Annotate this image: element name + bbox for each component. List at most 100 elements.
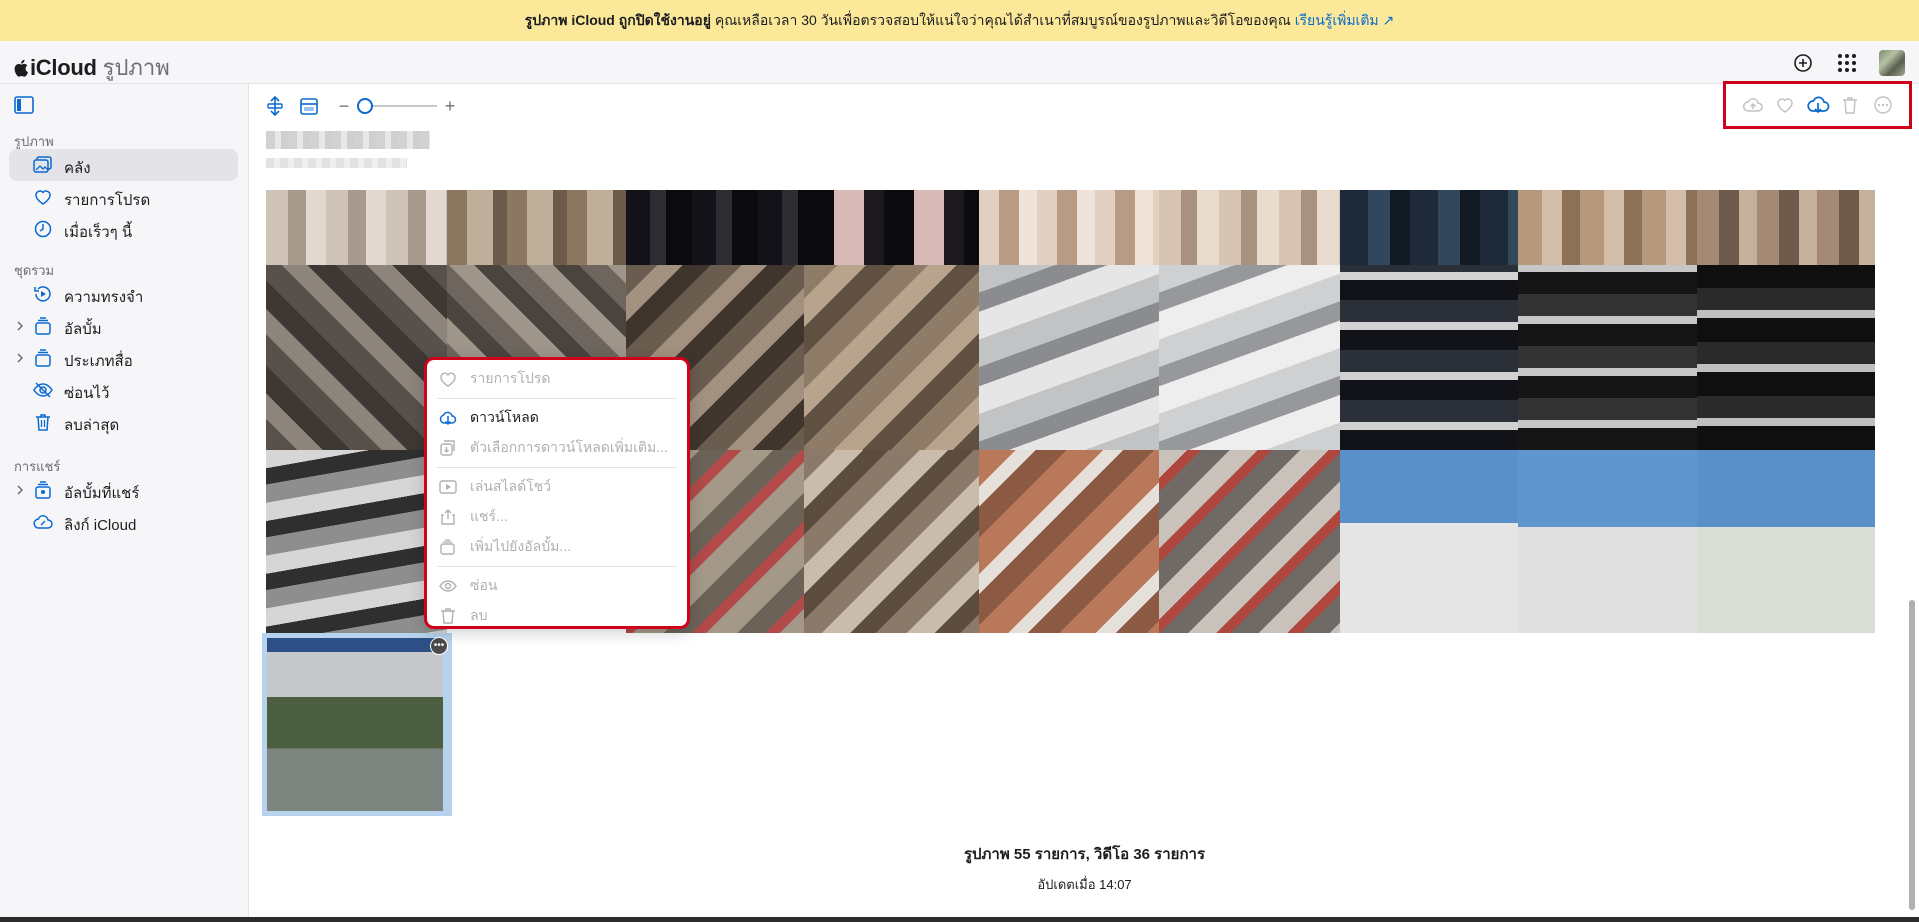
sidebar-item-shared-albums[interactable]: อัลบั้มที่แชร์ [9, 474, 238, 506]
media-types-icon [35, 349, 51, 367]
photo-tile[interactable] [266, 265, 447, 450]
disabled-banner: รูปภาพ iCloud ถูกปิดใช้งานอยู่ คุณเหลือเ… [0, 0, 1919, 41]
menu-item-favorite[interactable]: รายการโปรด [427, 364, 687, 394]
photo-tile[interactable] [1159, 450, 1340, 633]
photo-tile[interactable] [1340, 265, 1518, 450]
photo-tile[interactable] [1518, 190, 1697, 265]
sidebar-item-label: ประเภทสื่อ [64, 353, 133, 370]
more-options-icon[interactable]: ••• [430, 637, 448, 655]
photo-tile[interactable] [804, 190, 979, 265]
sidebar-item-label: อัลบั้มที่แชร์ [64, 485, 140, 502]
banner-title: รูปภาพ iCloud ถูกปิดใช้งานอยู่ [524, 11, 711, 28]
banner-text: คุณเหลือเวลา 30 วันเพื่อตรวจสอบให้แน่ใจว… [714, 11, 1291, 28]
sidebar-item-label: รายการโปรด [64, 192, 151, 209]
download-options-icon [440, 440, 455, 456]
learn-more-link[interactable]: เรียนรู้เพิ่มเติม ↗ [1295, 10, 1395, 32]
photo-tile[interactable] [1697, 450, 1875, 633]
library-summary: รูปภาพ 55 รายการ, วิดีโอ 36 รายการ อัปเด… [250, 842, 1919, 895]
photo-tile[interactable] [1697, 265, 1875, 450]
photo-tile[interactable] [804, 450, 979, 633]
zoom-slider-knob[interactable] [357, 98, 373, 114]
sidebar-toggle-icon[interactable] [14, 96, 34, 114]
avatar[interactable] [1879, 49, 1905, 76]
albums-icon [35, 317, 51, 335]
photo-tile[interactable] [1340, 190, 1518, 265]
date-heading [266, 131, 430, 149]
view-toolbar: − + [265, 94, 457, 118]
brand[interactable]: iCloud รูปภาพ [14, 50, 170, 85]
menu-item-download-options[interactable]: ตัวเลือกการดาวน์โหลดเพิ่มเติม... [427, 433, 687, 463]
calendar-icon[interactable] [299, 95, 319, 117]
sidebar-item-media-types[interactable]: ประเภทสื่อ [9, 342, 238, 374]
app-name: รูปภาพ [102, 55, 170, 80]
sidebar-item-recent[interactable]: เมื่อเร็วๆ นี้ [9, 213, 238, 245]
sidebar-item-label: ลบล่าสุด [64, 417, 120, 434]
chevron-right-icon[interactable] [15, 484, 25, 496]
sidebar-item-hidden[interactable]: ซ่อนไว้ [9, 374, 238, 406]
context-menu: รายการโปรด ดาวน์โหลด ตัวเลือกการดาวน์โหล… [424, 357, 690, 629]
photo-tile[interactable] [266, 190, 447, 265]
trash-icon [441, 608, 455, 624]
menu-item-label: เพิ่มไปยังอัลบั้ม... [470, 538, 571, 554]
favorite-icon[interactable] [1773, 94, 1797, 116]
menu-item-label: ดาวน์โหลด [470, 409, 539, 425]
window-bottom-edge [0, 917, 1919, 922]
sidebar-item-icloud-links[interactable]: ลิงก์ iCloud [9, 506, 238, 538]
photo-tile[interactable] [626, 190, 804, 265]
cloud-link-icon [33, 515, 53, 529]
play-icon [439, 480, 457, 494]
clock-icon [34, 220, 52, 238]
photo-tile[interactable] [979, 190, 1159, 265]
sidebar-item-label: อัลบั้ม [64, 321, 102, 338]
apple-logo-icon [14, 59, 28, 77]
photo-tile[interactable] [1159, 265, 1340, 450]
menu-item-delete[interactable]: ลบ [427, 601, 687, 631]
photo-tile[interactable] [1697, 190, 1875, 265]
zoom-out-button[interactable]: − [337, 96, 351, 117]
sidebar-item-recently-deleted[interactable]: ลบล่าสุด [9, 406, 238, 438]
eye-icon [439, 580, 457, 592]
delete-icon[interactable] [1838, 94, 1862, 116]
sidebar-item-label: เมื่อเร็วๆ นี้ [64, 224, 133, 241]
menu-separator [437, 566, 677, 567]
sidebar-item-albums[interactable]: อัลบั้ม [9, 310, 238, 342]
photo-tile[interactable] [1159, 190, 1340, 265]
photo-tile[interactable] [1518, 265, 1697, 450]
menu-item-label: ซ่อน [470, 577, 498, 593]
upload-icon[interactable] [1741, 94, 1765, 116]
menu-item-add-to-album[interactable]: เพิ่มไปยังอัลบั้ม... [427, 532, 687, 562]
menu-item-label: เล่นสไลด์โชว์ [470, 478, 552, 494]
share-icon [441, 509, 455, 525]
zoom-in-button[interactable]: + [443, 96, 457, 117]
download-icon[interactable] [1806, 94, 1830, 116]
menu-item-label: แชร์... [470, 508, 508, 524]
chevron-right-icon[interactable] [15, 352, 25, 364]
updated-time: อัปเดตเมื่อ 14:07 [1037, 877, 1132, 892]
menu-item-hide[interactable]: ซ่อน [427, 571, 687, 601]
memories-icon [34, 286, 51, 302]
sidebar-item-memories[interactable]: ความทรงจำ [9, 278, 238, 310]
download-cloud-icon [439, 411, 457, 426]
photo-tile[interactable] [447, 190, 626, 265]
menu-item-slideshow[interactable]: เล่นสไลด์โชว์ [427, 472, 687, 502]
trash-icon [36, 414, 50, 431]
sidebar-item-library[interactable]: คลัง [9, 149, 238, 181]
sidebar-item-label: ซ่อนไว้ [64, 385, 110, 402]
sidebar-item-favorites[interactable]: รายการโปรด [9, 181, 238, 213]
photo-tile[interactable] [1340, 450, 1518, 633]
photo-tile[interactable] [979, 450, 1159, 633]
photo-tile[interactable] [1518, 450, 1697, 633]
photo-tile[interactable] [804, 265, 979, 450]
photo-tile[interactable] [979, 265, 1159, 450]
scrollbar[interactable] [1909, 600, 1915, 910]
aspect-toggle-icon[interactable] [265, 95, 285, 117]
photo-tile-selected[interactable]: ••• [262, 633, 452, 816]
menu-item-download[interactable]: ดาวน์โหลด [427, 403, 687, 433]
app-grid-icon[interactable] [1835, 51, 1859, 75]
photo-tile[interactable] [266, 450, 447, 633]
more-icon[interactable] [1871, 94, 1895, 116]
menu-item-share[interactable]: แชร์... [427, 502, 687, 532]
zoom-slider[interactable] [357, 98, 437, 114]
chevron-right-icon[interactable] [15, 320, 25, 332]
add-icon[interactable] [1791, 51, 1815, 75]
